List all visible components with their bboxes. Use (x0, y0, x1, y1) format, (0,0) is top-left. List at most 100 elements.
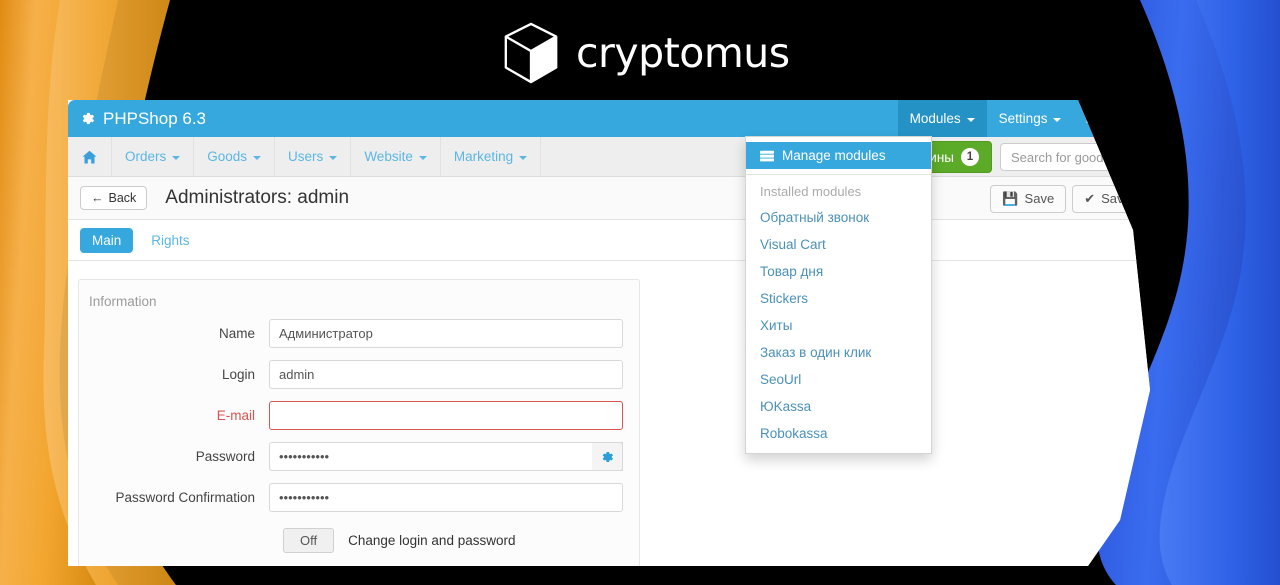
gear-icon (602, 451, 613, 462)
email-field-wrap (269, 401, 623, 430)
cube-icon (504, 22, 558, 84)
dropdown-label-manage-modules: Manage modules (782, 148, 886, 163)
modules-dropdown-menu: Manage modules Installed modules Обратны… (745, 136, 932, 454)
dropdown-item-manage-modules[interactable]: Manage modules (746, 142, 931, 169)
home-icon (82, 150, 97, 163)
topnav-label-modules: Modules (909, 111, 961, 126)
topnav-label-help: Help (1154, 111, 1182, 126)
save-and-close-button[interactable]: ✔ Save and close (1072, 184, 1190, 213)
save-icon: 💾 (1002, 190, 1019, 206)
arrow-left-icon: ← (91, 191, 104, 205)
chevron-down-icon (966, 117, 975, 122)
dropdown-section-header: Installed modules (760, 184, 862, 199)
password-label: Password (195, 449, 255, 464)
name-input[interactable] (269, 319, 623, 348)
chevron-down-icon (519, 155, 528, 160)
tab-main-label: Main (92, 232, 122, 248)
gear-icon (82, 112, 94, 125)
dropdown-item-hits[interactable]: Хиты (746, 312, 931, 339)
change-login-password-toggle[interactable]: Off (283, 528, 335, 553)
topnav-label-base: Base (1085, 111, 1117, 126)
content-area: Information Name Login E-mail (68, 261, 1150, 566)
dropdown-item-callback[interactable]: Обратный звонок (746, 204, 931, 231)
sidebar-item-orders[interactable]: Orders (112, 137, 195, 176)
search-input[interactable] (1011, 149, 1150, 165)
topnav-item-settings[interactable]: Settings (987, 100, 1074, 137)
subnav-label-users: Users (288, 149, 324, 164)
carts-count-badge: 1 (961, 148, 979, 166)
form-row-password-confirmation: Password Confirmation (79, 483, 639, 512)
dropdown-item-one-click-order[interactable]: Заказ в один клик (746, 339, 931, 366)
form-row-login: Login (79, 360, 639, 389)
dropdown-item-stickers[interactable]: Stickers (746, 285, 931, 312)
save-and-close-label: Save and close (1101, 191, 1190, 206)
subnav-label-marketing: Marketing (453, 149, 514, 164)
app-window: PHPShop 6.3 Modules Settings Base Help O… (68, 100, 1190, 566)
dropdown-divider (746, 174, 931, 175)
subnav-label-orders: Orders (125, 149, 167, 164)
page-title: Administrators: admin (165, 187, 350, 208)
dropdown-label-hits: Хиты (760, 318, 793, 333)
dropdown-item-seourl[interactable]: SeoUrl (746, 366, 931, 393)
chevron-down-icon (253, 155, 262, 160)
form-row-email: E-mail (79, 401, 639, 430)
back-label: Back (108, 191, 137, 205)
dropdown-label-one-click-order: Заказ в один клик (760, 345, 872, 360)
check-icon: ✔ (1084, 190, 1096, 206)
dropdown-label-visual-cart: Visual Cart (760, 237, 826, 252)
change-credentials-row: Off Change login and password (79, 528, 639, 553)
password-input[interactable] (269, 442, 623, 471)
password-confirmation-field-wrap (269, 483, 623, 512)
dropdown-item-product-of-day[interactable]: Товар дня (746, 258, 931, 285)
change-login-password-label: Change login and password (348, 533, 516, 548)
form-row-password: Password (79, 442, 639, 471)
sidebar-item-goods[interactable]: Goods (194, 137, 276, 176)
sidebar-item-home[interactable] (68, 137, 112, 176)
email-field[interactable] (269, 401, 623, 430)
secondary-navigation: Orders Goods Users Website Marketing 1 S… (68, 137, 1150, 177)
dropdown-item-robokassa[interactable]: Robokassa (746, 420, 931, 447)
save-button[interactable]: 💾 Save (990, 184, 1067, 213)
dropdown-item-visual-cart[interactable]: Visual Cart (746, 231, 931, 258)
form-row-name: Name (79, 319, 639, 348)
login-label: Login (221, 367, 255, 382)
page-header-actions: 💾 Save ✔ Save and close (990, 177, 1190, 220)
password-generate-button[interactable] (592, 442, 623, 471)
secondary-nav-actions: Корзины 1 (887, 137, 1150, 177)
subnav-label-website: Website (364, 149, 413, 164)
tab-main[interactable]: Main (80, 227, 134, 253)
subnav-label-goods: Goods (207, 149, 248, 164)
name-label: Name (218, 326, 255, 341)
save-label: Save (1024, 191, 1055, 206)
topnav-item-help[interactable]: Help (1142, 100, 1182, 137)
modules-list-icon (760, 150, 774, 161)
tab-rights-label: Rights (151, 232, 190, 248)
topnav-item-modules[interactable]: Modules (897, 100, 987, 137)
information-panel: Information Name Login E-mail (78, 279, 640, 566)
login-field-wrap (269, 360, 623, 389)
chevron-down-icon (172, 155, 181, 160)
topnav-item-base[interactable]: Base (1073, 100, 1142, 137)
dropdown-label-seourl: SeoUrl (760, 372, 802, 387)
sidebar-item-users[interactable]: Users (275, 137, 352, 176)
screenshot-stage: cryptomus PHPShop 6.3 Modules Settings B… (0, 0, 1280, 585)
app-title: PHPShop 6.3 (103, 108, 207, 128)
search-box[interactable] (1000, 143, 1150, 171)
chevron-down-icon (1053, 117, 1062, 122)
sidebar-item-website[interactable]: Website (351, 137, 441, 176)
panel-title: Information (89, 294, 157, 309)
sidebar-item-marketing[interactable]: Marketing (441, 137, 542, 176)
app-brand: PHPShop 6.3 (68, 109, 206, 129)
chevron-down-icon (418, 155, 427, 160)
dropdown-item-yookassa[interactable]: ЮKassa (746, 393, 931, 420)
tab-rights[interactable]: Rights (139, 228, 201, 253)
password-field-wrap (269, 442, 623, 471)
app-topbar: PHPShop 6.3 Modules Settings Base Help (68, 100, 1182, 137)
page-header: ← Back Administrators: admin 💾 Save ✔ Sa… (68, 177, 1190, 220)
dropdown-label-product-of-day: Товар дня (760, 264, 824, 279)
topnav-label-settings: Settings (998, 111, 1048, 126)
login-input[interactable] (269, 360, 623, 389)
back-button[interactable]: ← Back (80, 186, 148, 210)
password-confirmation-input[interactable] (269, 483, 623, 512)
dropdown-label-callback: Обратный звонок (760, 210, 870, 225)
